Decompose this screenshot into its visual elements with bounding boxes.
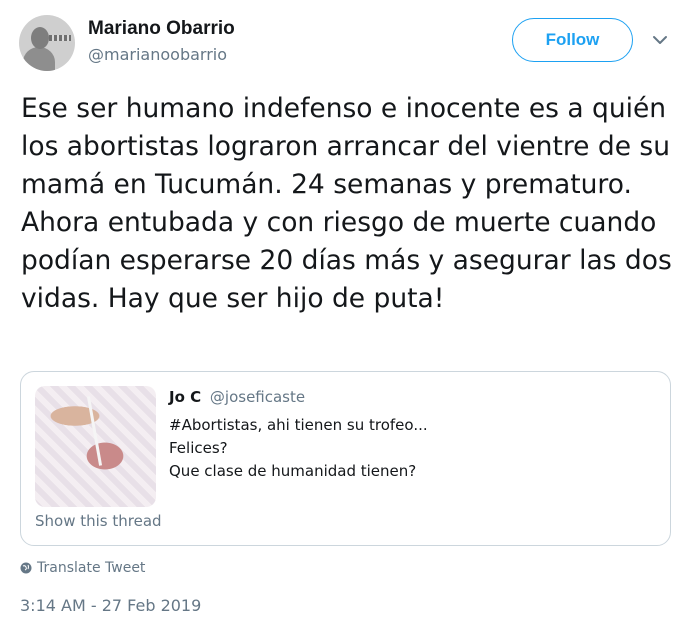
quoted-author-handle[interactable]: @joseficaste (210, 388, 305, 406)
tweet-header: Mariano Obarrio @marianoobarrio Follow (0, 0, 700, 82)
chevron-down-icon[interactable] (651, 33, 669, 47)
tweet-text: Ese ser humano indefenso e inocente es a… (21, 93, 672, 314)
globe-icon (20, 562, 32, 574)
translate-label: Translate Tweet (37, 560, 146, 576)
tweet-timestamp[interactable]: 3:14 AM - 27 Feb 2019 (20, 596, 201, 615)
quoted-author-name[interactable]: Jo C (169, 388, 201, 406)
newborn-photo[interactable] (35, 386, 156, 507)
avatar-logo-text (49, 35, 71, 41)
quoted-line: #Abortistas, ahi tienen su trofeo... (169, 416, 428, 434)
quoted-tweet[interactable]: Jo C @joseficaste #Abortistas, ahi tiene… (20, 371, 671, 546)
translate-tweet-link[interactable]: Translate Tweet (20, 560, 145, 576)
tube-shape (86, 396, 103, 466)
avatar-shoulders (23, 47, 55, 71)
author-handle[interactable]: @marianoobarrio (88, 45, 227, 64)
quoted-line: Que clase de humanidad tienen? (169, 462, 417, 480)
quoted-text: #Abortistas, ahi tienen su trofeo... Fel… (169, 414, 428, 483)
quoted-line: Felices? (169, 439, 228, 457)
author-name[interactable]: Mariano Obarrio (88, 18, 235, 40)
avatar[interactable] (19, 15, 75, 71)
show-thread-link[interactable]: Show this thread (35, 512, 162, 530)
avatar-face (31, 27, 49, 49)
follow-button[interactable]: Follow (512, 18, 633, 62)
quoted-author: Jo C @joseficaste (169, 388, 305, 406)
